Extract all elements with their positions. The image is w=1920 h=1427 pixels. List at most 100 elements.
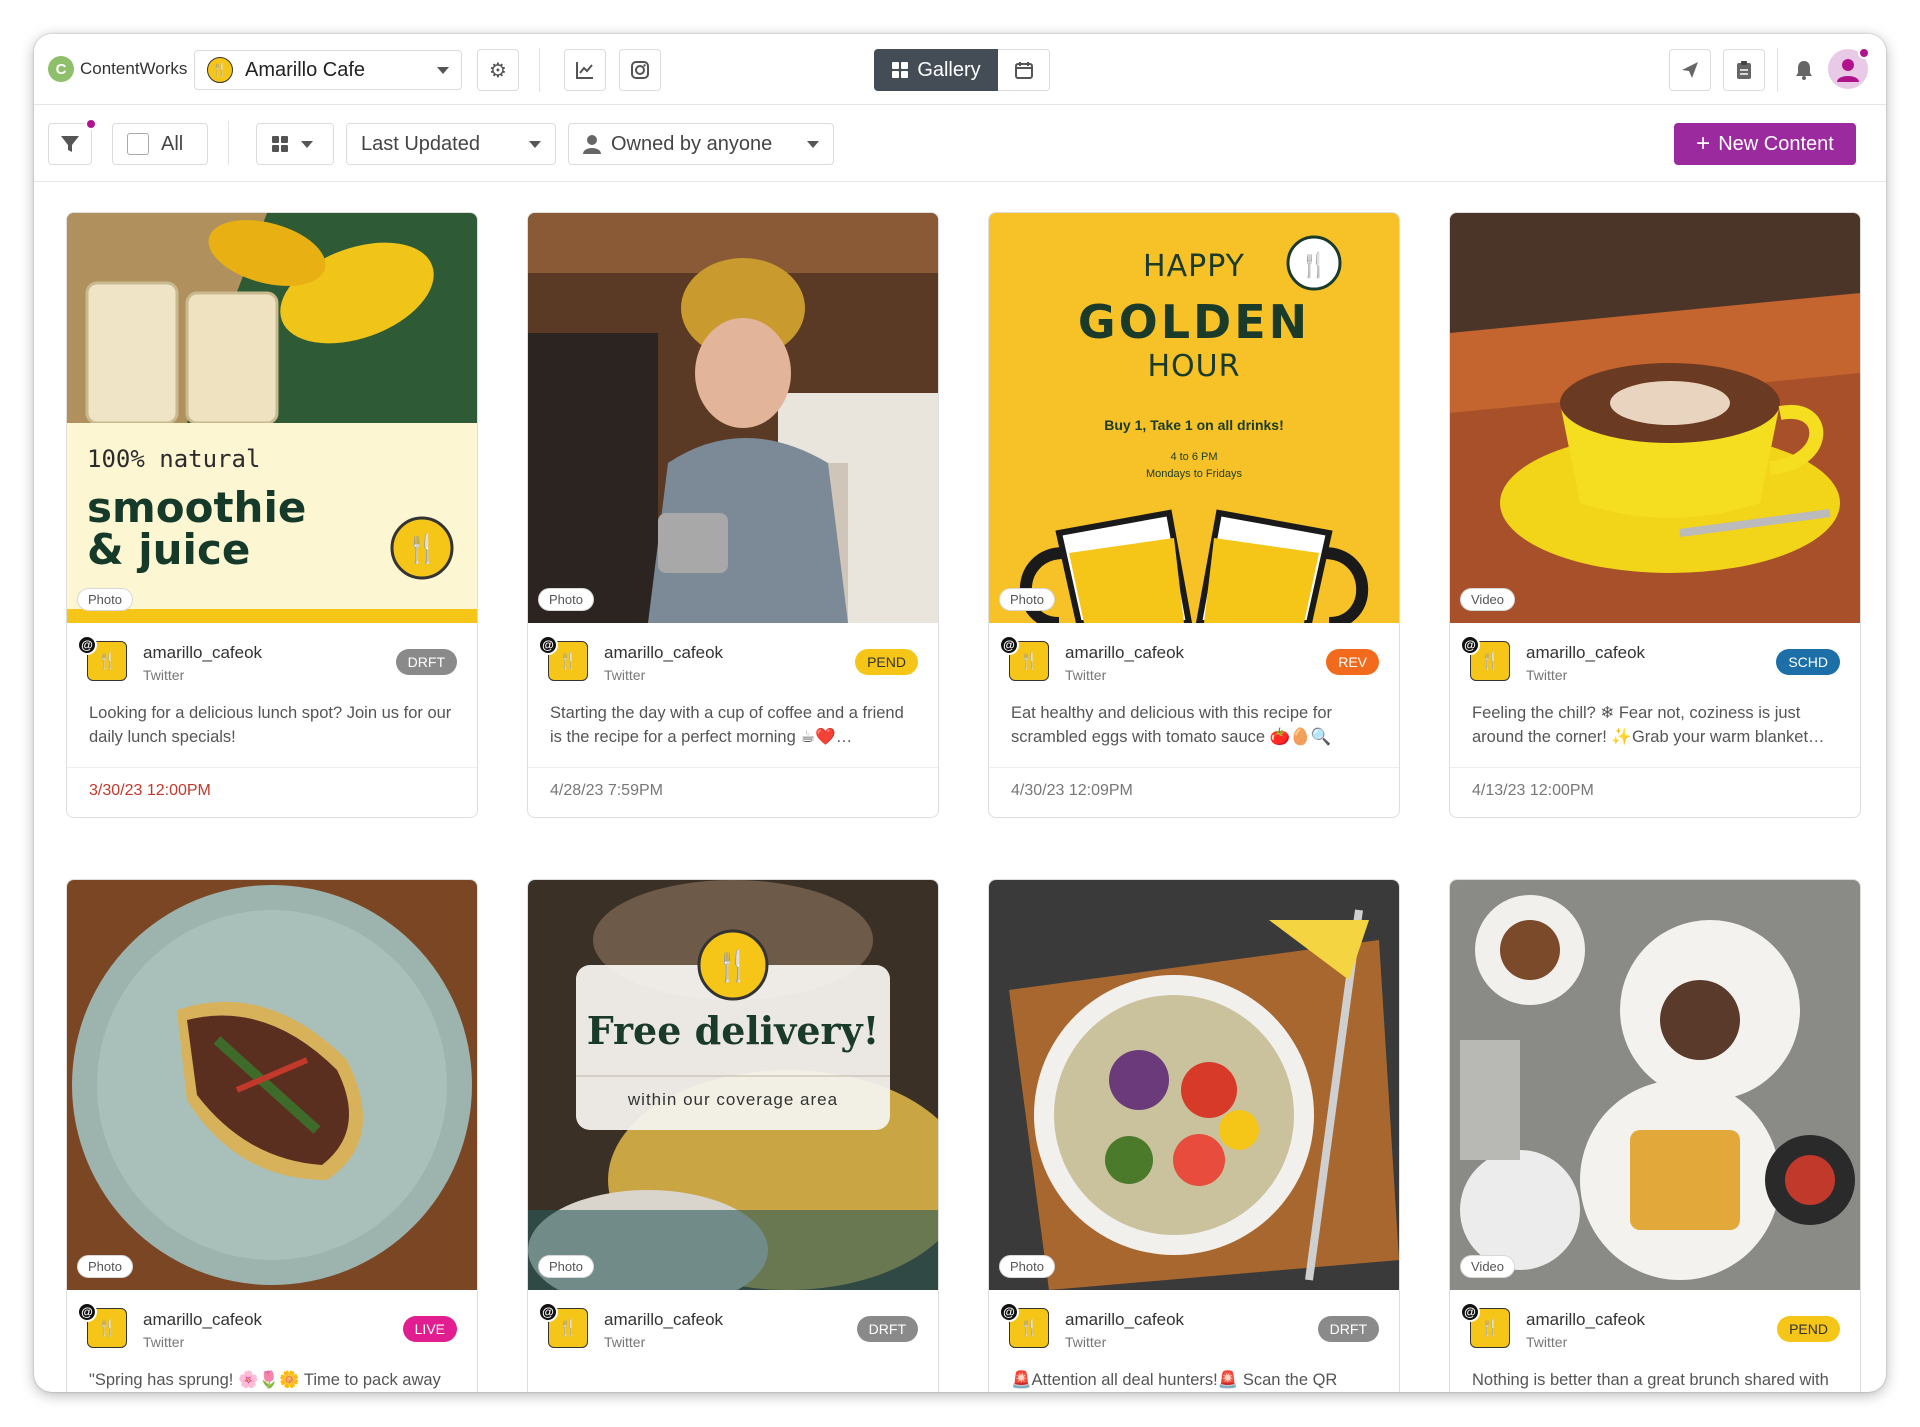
content-card[interactable]: 🍴 HAPPY GOLDEN HOUR Buy 1, Take 1 on all… (988, 212, 1400, 818)
media-type-pill: Photo (999, 1255, 1055, 1278)
card-caption: Starting the day with a cup of coffee an… (550, 704, 904, 746)
brand-selector[interactable]: 🍴 Amarillo Cafe (194, 50, 462, 90)
card-meta: 🍴 @ amarillo_cafeok Twitter SCHD (1450, 623, 1860, 699)
view-switcher: Gallery (874, 49, 1050, 91)
content-card[interactable]: Photo 🍴 @ amarillo_cafeok Twitter PEND S… (527, 212, 939, 818)
status-badge: DRFT (1317, 1316, 1379, 1342)
svg-text:🍴: 🍴 (714, 948, 751, 984)
tasks-button[interactable] (1723, 49, 1765, 91)
layout-dropdown[interactable] (256, 123, 334, 165)
filter-active-dot (85, 118, 97, 130)
network-name: Twitter (604, 1334, 646, 1350)
filter-bar: All Last Updated Owned by anyone + New C… (34, 105, 1886, 182)
card-date: 4/13/23 12:00PM (1450, 767, 1860, 817)
contentworks-logo-icon: C (48, 56, 74, 82)
card-meta: 🍴 @ amarillo_cafeok Twitter DRFT (67, 623, 477, 699)
grid-icon (272, 136, 288, 152)
notification-dot (1858, 47, 1870, 59)
publish-button[interactable] (1669, 49, 1711, 91)
network-name: Twitter (143, 667, 185, 683)
content-card[interactable]: Video 🍴 @ amarillo_cafeok Twitter SCHD F… (1449, 212, 1861, 818)
instagram-button[interactable] (619, 49, 661, 91)
content-card[interactable]: Photo 🍴 @ amarillo_cafeok Twitter DRFT 🚨… (988, 879, 1400, 1392)
card-meta: 🍴 @ amarillo_cafeok Twitter LIVE (67, 1290, 477, 1366)
chevron-down-icon (807, 140, 819, 148)
new-content-button[interactable]: + New Content (1674, 123, 1856, 165)
checkbox-icon (127, 133, 149, 155)
owner-label: Owned by anyone (611, 132, 773, 155)
card-meta: 🍴 @ amarillo_cafeok Twitter PEND (528, 623, 938, 699)
card-caption: Looking for a delicious lunch spot? Join… (89, 704, 452, 746)
media-type-pill: Photo (999, 588, 1055, 611)
notifications-button[interactable] (1787, 54, 1821, 86)
art-hour: HOUR (1147, 349, 1241, 384)
gear-icon: ⚙ (489, 59, 507, 82)
brand-avatar-icon: 🍴 (207, 57, 233, 83)
media-type-pill: Photo (77, 588, 133, 611)
media-type-pill: Photo (538, 588, 594, 611)
content-card[interactable]: Video 🍴 @ amarillo_cafeok Twitter PEND N… (1449, 879, 1861, 1392)
chevron-down-icon (301, 140, 313, 148)
line-chart-icon (576, 62, 593, 79)
sort-dropdown[interactable]: Last Updated (346, 123, 556, 165)
art-headline-small: 100% natural (87, 445, 261, 473)
card-date: 4/28/23 7:59PM (528, 767, 938, 817)
chevron-down-icon (437, 66, 449, 74)
card-thumbnail[interactable]: Photo (528, 213, 938, 623)
gallery-view-button[interactable]: Gallery (874, 49, 998, 91)
status-badge: DRFT (856, 1316, 918, 1342)
account-name: amarillo_cafeok (604, 1310, 724, 1329)
card-caption: Eat healthy and delicious with this reci… (1011, 704, 1333, 746)
card-meta: 🍴 @ amarillo_cafeok Twitter PEND (1450, 1290, 1860, 1366)
content-card[interactable]: Photo 🍴 @ amarillo_cafeok Twitter LIVE "… (66, 879, 478, 1392)
owner-dropdown[interactable]: Owned by anyone (568, 123, 834, 165)
card-meta: 🍴 @ amarillo_cafeok Twitter DRFT (989, 1290, 1399, 1366)
network-name: Twitter (1065, 667, 1107, 683)
analytics-button[interactable] (564, 49, 606, 91)
user-avatar[interactable] (1828, 47, 1870, 89)
settings-button[interactable]: ⚙ (477, 49, 519, 91)
app-logo[interactable]: C ContentWorks (48, 56, 187, 82)
account-avatar: 🍴 @ (538, 635, 588, 683)
card-caption: Feeling the chill? ❄ Fear not, coziness … (1472, 704, 1825, 746)
card-thumbnail[interactable]: Photo (67, 880, 477, 1290)
chevron-down-icon (529, 140, 541, 148)
threads-icon: @ (538, 1302, 558, 1322)
art-headline-2: & juice (87, 525, 251, 574)
select-all-checkbox[interactable]: All (112, 123, 208, 165)
content-gallery: 🍴 100% natural smoothie & juice Photo 🍴 … (34, 182, 1886, 1392)
card-thumbnail[interactable]: 🍴 HAPPY GOLDEN HOUR Buy 1, Take 1 on all… (989, 213, 1399, 623)
card-thumbnail[interactable]: Video (1450, 213, 1860, 623)
paper-plane-icon (1682, 62, 1698, 78)
status-badge: DRFT (395, 649, 457, 675)
art-time: 4 to 6 PM (1170, 451, 1218, 463)
art-golden: GOLDEN (1077, 295, 1311, 349)
network-name: Twitter (604, 667, 646, 683)
account-name: amarillo_cafeok (1065, 643, 1185, 662)
media-type-pill: Video (1460, 588, 1516, 611)
new-content-label: New Content (1718, 132, 1834, 155)
account-name: amarillo_cafeok (604, 643, 724, 662)
filter-button[interactable] (48, 118, 97, 165)
card-thumbnail[interactable]: Photo (989, 880, 1399, 1290)
card-thumbnail[interactable]: 🍴 100% natural smoothie & juice Photo (67, 213, 477, 623)
content-card[interactable]: 🍴 100% natural smoothie & juice Photo 🍴 … (66, 212, 478, 818)
account-avatar: 🍴 @ (77, 1302, 127, 1350)
bell-icon (1796, 61, 1812, 80)
card-thumbnail[interactable]: 🍴 Free delivery! within our coverage are… (528, 880, 938, 1290)
card-date: 4/30/23 12:09PM (989, 767, 1399, 817)
threads-icon: @ (77, 635, 97, 655)
account-avatar: 🍴 @ (999, 635, 1049, 683)
steak-plate-photo (67, 880, 477, 1290)
media-type-pill: Photo (77, 1255, 133, 1278)
calendar-view-button[interactable] (998, 49, 1050, 91)
status-badge: SCHD (1776, 649, 1840, 675)
card-caption (528, 1366, 938, 1392)
content-card[interactable]: 🍴 Free delivery! within our coverage are… (527, 879, 939, 1392)
salad-bowl-photo (989, 880, 1399, 1290)
card-thumbnail[interactable]: Video (1450, 880, 1860, 1290)
threads-icon: @ (1460, 635, 1480, 655)
account-name: amarillo_cafeok (143, 1310, 263, 1329)
divider (1777, 48, 1778, 92)
latte-photo (1450, 213, 1860, 623)
